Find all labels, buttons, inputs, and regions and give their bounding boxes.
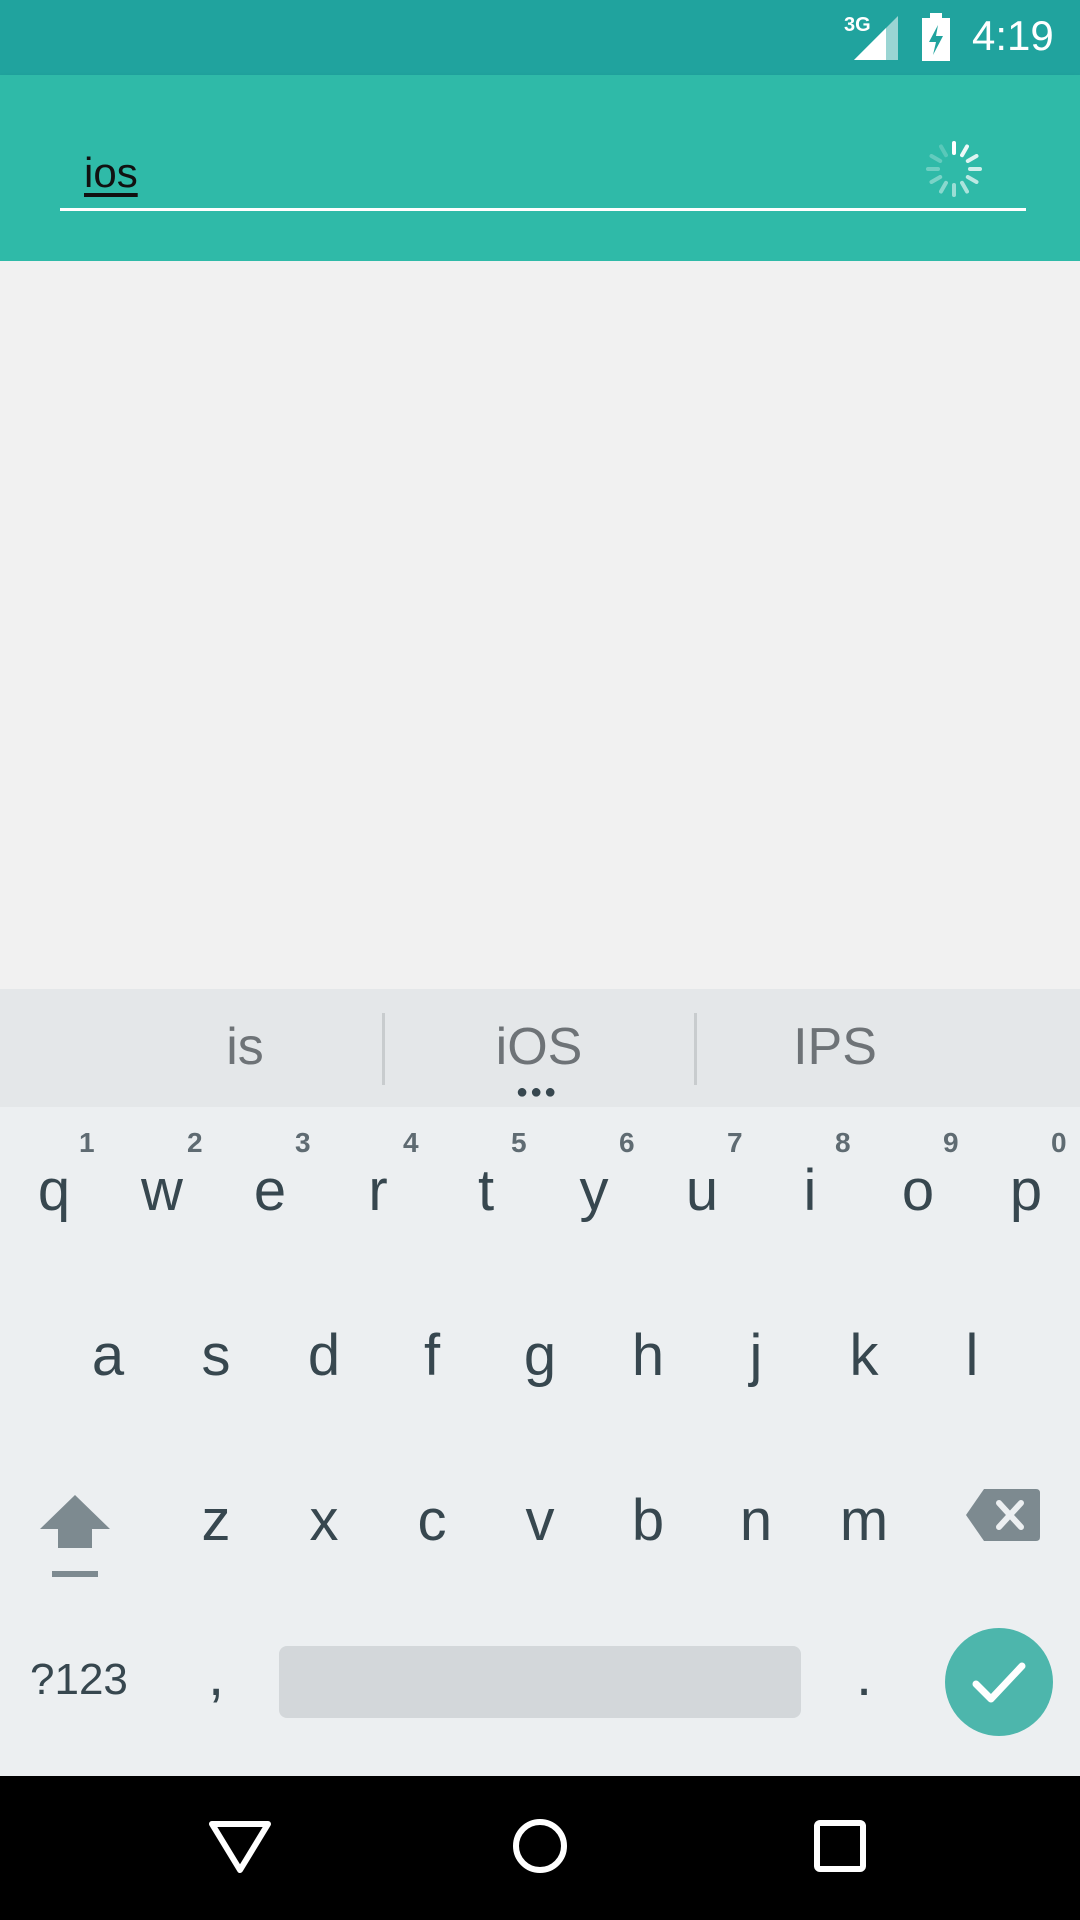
- key-c[interactable]: c: [382, 1487, 482, 1554]
- key-t[interactable]: t: [436, 1157, 536, 1224]
- keyboard: q w e r t y u i o p 1 2 3 4 5 6 7 8 9 0 …: [0, 1107, 1080, 1776]
- key-w[interactable]: w: [112, 1157, 212, 1224]
- key-hint: 4: [403, 1127, 419, 1158]
- recents-icon[interactable]: [812, 1818, 868, 1874]
- key-hint: 1: [79, 1127, 95, 1158]
- key-q[interactable]: q: [4, 1157, 104, 1224]
- key-i[interactable]: i: [760, 1157, 860, 1224]
- suggestion-strip: is iOS IPS ●●●: [0, 989, 1080, 1107]
- key-m[interactable]: m: [814, 1487, 914, 1554]
- more-suggestions-icon[interactable]: ●●●: [516, 1081, 558, 1104]
- suggestion-divider: [694, 1013, 697, 1085]
- space-key[interactable]: [279, 1646, 801, 1718]
- key-u[interactable]: u: [652, 1157, 752, 1224]
- key-v[interactable]: v: [490, 1487, 590, 1554]
- key-hint: 5: [511, 1127, 527, 1158]
- key-l[interactable]: l: [922, 1322, 1022, 1389]
- key-d[interactable]: d: [274, 1322, 374, 1389]
- shift-icon[interactable]: [36, 1485, 114, 1585]
- key-z[interactable]: z: [166, 1487, 266, 1554]
- key-g[interactable]: g: [490, 1322, 590, 1389]
- search-input-value: ios: [84, 149, 138, 196]
- suggestion-3[interactable]: IPS: [705, 1017, 965, 1077]
- key-x[interactable]: x: [274, 1487, 374, 1554]
- suggestion-1[interactable]: is: [115, 1017, 375, 1077]
- results-area: [0, 261, 1080, 989]
- check-icon: [972, 1662, 1026, 1703]
- symbols-key[interactable]: ?123: [30, 1655, 128, 1705]
- key-e[interactable]: e: [220, 1157, 320, 1224]
- key-comma[interactable]: ,: [166, 1642, 266, 1709]
- enter-key[interactable]: [945, 1628, 1053, 1736]
- network-type-label: 3G: [844, 14, 871, 36]
- key-hint: 7: [727, 1127, 743, 1158]
- key-j[interactable]: j: [706, 1322, 806, 1389]
- clock: 4:19: [972, 12, 1054, 59]
- suggestion-divider: [382, 1013, 385, 1085]
- key-period[interactable]: .: [814, 1642, 914, 1709]
- key-k[interactable]: k: [814, 1322, 914, 1389]
- back-icon[interactable]: [206, 1816, 274, 1876]
- battery-charging-icon: [922, 13, 950, 61]
- toolbar: ios: [0, 75, 1080, 261]
- status-bar: 3G 4:19: [0, 0, 1080, 75]
- key-hint: 2: [187, 1127, 203, 1158]
- key-b[interactable]: b: [598, 1487, 698, 1554]
- navigation-bar: [0, 1776, 1080, 1920]
- key-n[interactable]: n: [706, 1487, 806, 1554]
- key-p[interactable]: p: [976, 1157, 1076, 1224]
- loading-spinner-icon: [926, 141, 982, 197]
- key-r[interactable]: r: [328, 1157, 428, 1224]
- backspace-icon[interactable]: [966, 1487, 1040, 1543]
- key-a[interactable]: a: [58, 1322, 158, 1389]
- home-icon[interactable]: [510, 1816, 570, 1876]
- key-y[interactable]: y: [544, 1157, 644, 1224]
- key-hint: 0: [1051, 1127, 1067, 1158]
- key-s[interactable]: s: [166, 1322, 266, 1389]
- suggestion-2[interactable]: iOS: [409, 1017, 669, 1077]
- key-h[interactable]: h: [598, 1322, 698, 1389]
- key-o[interactable]: o: [868, 1157, 968, 1224]
- key-hint: 6: [619, 1127, 635, 1158]
- key-hint: 8: [835, 1127, 851, 1158]
- key-hint: 3: [295, 1127, 311, 1158]
- key-f[interactable]: f: [382, 1322, 482, 1389]
- key-hint: 9: [943, 1127, 959, 1158]
- search-input[interactable]: ios: [60, 139, 1026, 211]
